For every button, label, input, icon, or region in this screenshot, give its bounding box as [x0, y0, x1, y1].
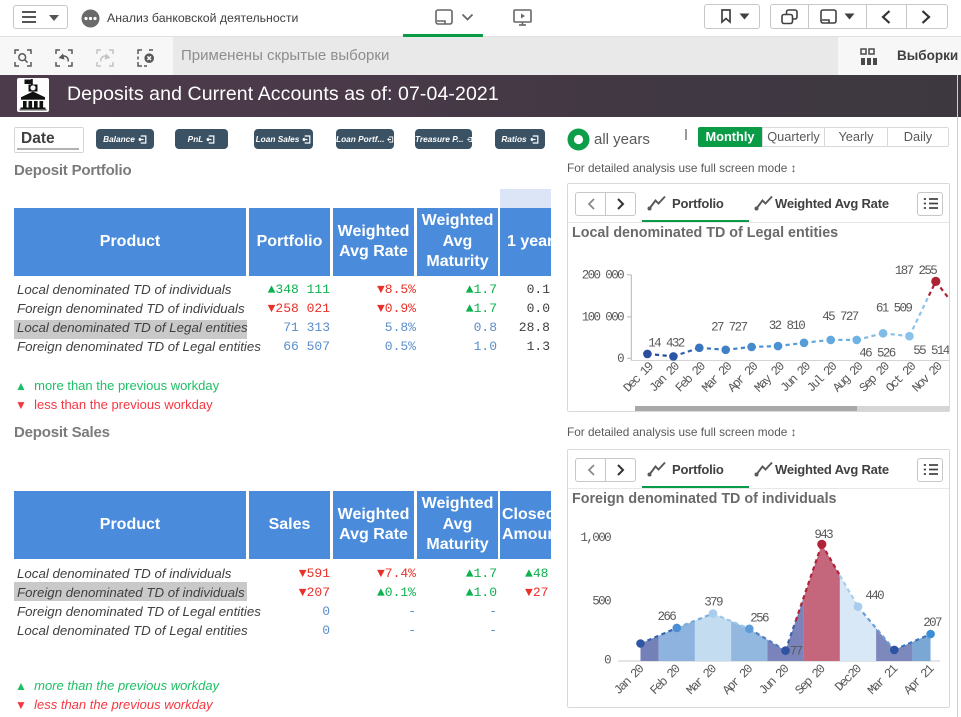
svg-text:Jun 20: Jun 20 — [756, 662, 792, 698]
svg-text:Apr 20: Apr 20 — [720, 662, 756, 698]
svg-text:Jan 20: Jan 20 — [611, 662, 647, 698]
svg-text:1,000: 1,000 — [580, 531, 611, 545]
svg-text:Feb 20: Feb 20 — [648, 662, 684, 698]
svg-text:0: 0 — [604, 654, 611, 668]
svg-text:77: 77 — [790, 645, 803, 659]
svg-text:14 432: 14 432 — [648, 337, 685, 351]
svg-text:187 255: 187 255 — [895, 264, 937, 278]
svg-text:Nov 20: Nov 20 — [910, 360, 946, 396]
svg-text:Mar 20: Mar 20 — [684, 662, 720, 698]
svg-text:61 509: 61 509 — [876, 301, 913, 315]
svg-text:440: 440 — [865, 589, 884, 603]
svg-text:0: 0 — [617, 352, 624, 366]
svg-text:207: 207 — [923, 616, 942, 630]
svg-text:Mar 21: Mar 21 — [865, 662, 901, 698]
svg-text:55 514: 55 514 — [913, 344, 949, 358]
svg-text:943: 943 — [814, 528, 833, 542]
svg-text:200 000: 200 000 — [582, 269, 624, 283]
svg-text:266: 266 — [657, 610, 676, 624]
svg-text:256: 256 — [750, 612, 769, 626]
svg-text:379: 379 — [704, 596, 723, 610]
svg-text:100 000: 100 000 — [582, 311, 624, 325]
svg-text:45 727: 45 727 — [822, 310, 859, 324]
svg-text:Apr 21: Apr 21 — [901, 662, 937, 698]
svg-text:27 727: 27 727 — [711, 321, 748, 335]
svg-text:Dec 20: Dec 20 — [832, 662, 864, 694]
svg-text:46 526: 46 526 — [859, 346, 896, 360]
svg-text:500: 500 — [592, 595, 611, 609]
svg-text:32 810: 32 810 — [769, 319, 806, 333]
svg-text:Sep 20: Sep 20 — [793, 662, 829, 698]
